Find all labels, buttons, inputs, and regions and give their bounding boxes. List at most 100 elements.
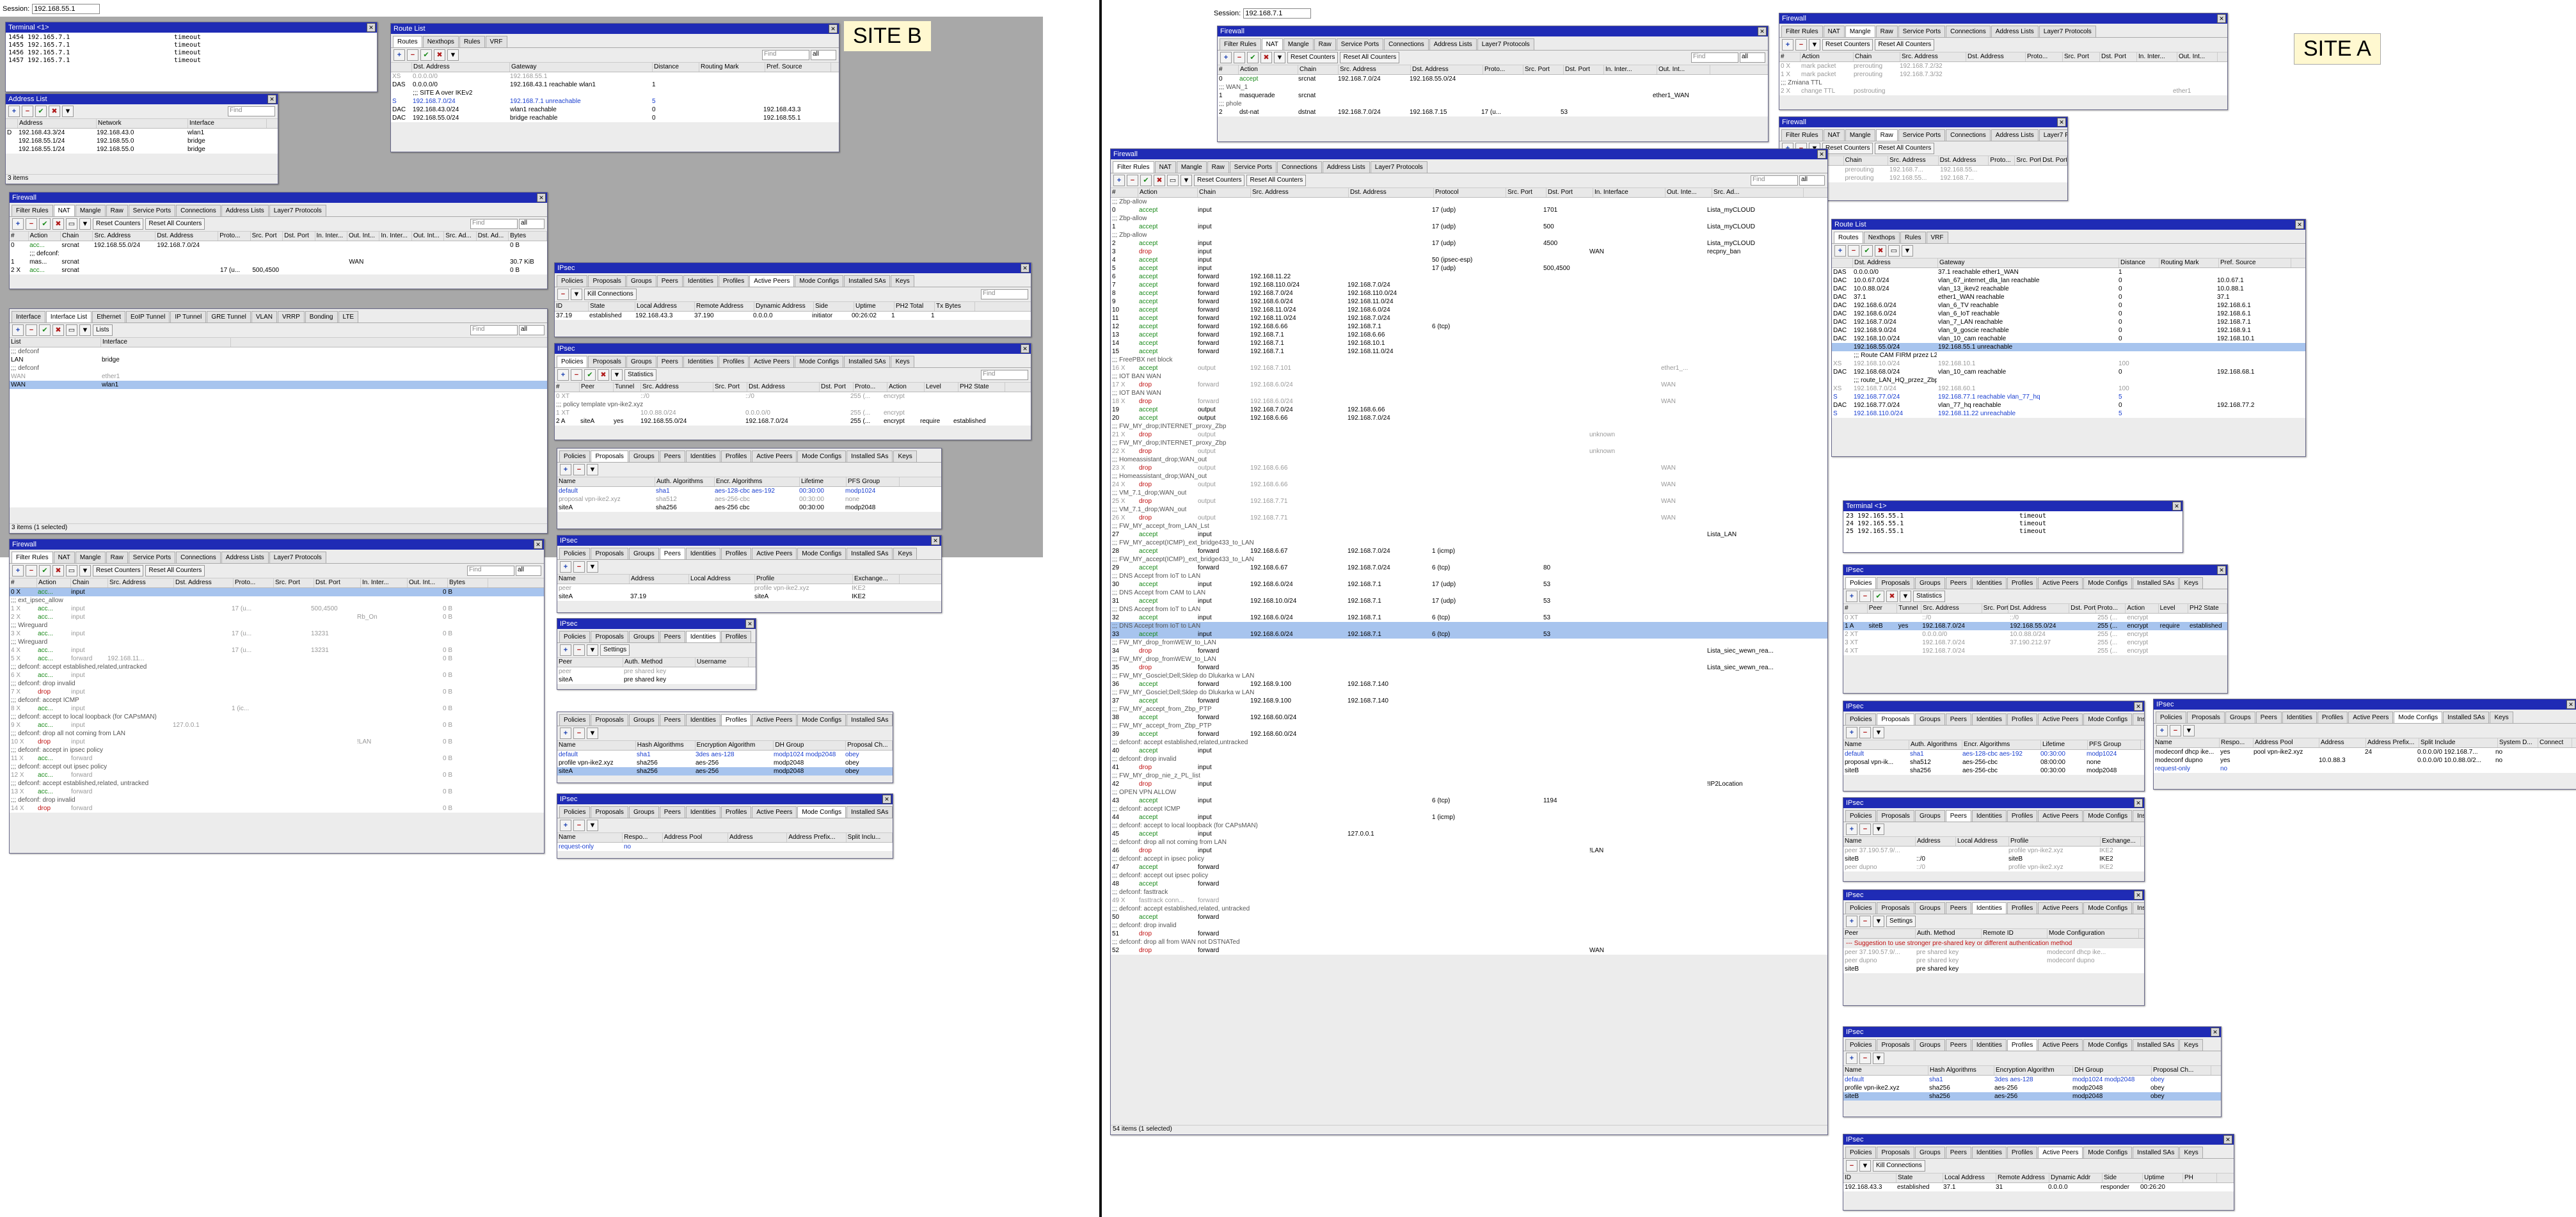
table-row[interactable]: 34 drop forward Lista_siec_wewn_rea... <box>1111 647 1827 655</box>
column-header[interactable]: PFS Group <box>2088 740 2141 749</box>
tab-installed-sas[interactable]: Installed SAs <box>2133 1039 2179 1051</box>
filter-icon[interactable]: ▼ <box>1859 1160 1871 1172</box>
remove-icon[interactable]: − <box>1859 823 1871 835</box>
filter-icon[interactable]: ▼ <box>79 324 91 336</box>
tab-mangle[interactable]: Mangle <box>1176 161 1207 173</box>
table-row[interactable]: 6 Xacc... input 0 B <box>10 671 544 680</box>
table-row[interactable]: modeconf dupno yes 10.0.88.3 0.0.0.0/0 10.0… <box>2154 756 2576 765</box>
column-header[interactable]: Hash Algorithms <box>636 741 696 750</box>
table-row[interactable]: 26 Xdrop output 192.168.7.71 WAN <box>1111 514 1827 522</box>
add-icon[interactable]: + <box>1220 52 1232 63</box>
route-row[interactable]: DAS 0.0.0.0/0 192.168.43.1 reachable wlan1… <box>391 81 839 89</box>
column-header[interactable]: Dynamic Address <box>754 302 814 311</box>
tab-nat[interactable]: NAT <box>1154 161 1176 173</box>
remove-icon[interactable]: − <box>1234 52 1245 63</box>
close-icon[interactable]: ✕ <box>537 193 546 202</box>
filter-icon[interactable]: ▼ <box>587 728 598 739</box>
tab-layer7-protocols[interactable]: Layer7 Protocols <box>1370 161 1427 173</box>
column-header[interactable]: Out. Int... <box>412 232 445 241</box>
table-row[interactable]: ;;; DNS Accept from IoT to LAN <box>1111 572 1827 580</box>
table-row[interactable]: 37 accept forward 192.168.9.100 192.168.7.14… <box>1111 697 1827 705</box>
filter-icon[interactable]: ▼ <box>447 49 459 61</box>
table-row[interactable]: modeconf dhcp ike... yes pool vpn-ike2.xyz… <box>2154 748 2576 756</box>
route-row[interactable]: XS 192.168.10.0/24 192.168.10.1 100 <box>1832 360 2305 368</box>
remove-icon[interactable]: − <box>573 464 585 475</box>
enable-icon[interactable]: ✔ <box>1873 591 1884 602</box>
tab-filter-rules[interactable]: Filter Rules <box>12 205 53 216</box>
table-row[interactable]: 2 Xacc... input Rb_On 0 B <box>10 613 544 621</box>
column-header[interactable]: Src. Address <box>1888 156 1939 165</box>
table-row[interactable]: peer profile vpn-ike2.xyz IKE2 <box>557 584 941 593</box>
column-header[interactable]: Out. Int... <box>347 232 380 241</box>
tab-filter-rules[interactable]: Filter Rules <box>1781 26 1823 37</box>
tab-nat[interactable]: NAT <box>1823 26 1845 37</box>
column-header[interactable]: Auth. Algorithms <box>1909 740 1962 749</box>
ipsec-titlebar[interactable]: IPsec ✕ <box>1843 890 2144 900</box>
route-list-titlebar[interactable]: Route List ✕ <box>391 24 839 34</box>
tab-raw[interactable]: Raw <box>106 205 128 216</box>
settings-button[interactable]: Settings <box>600 644 630 656</box>
table-row[interactable]: siteA 37.19 siteA IKE2 <box>557 593 941 601</box>
table-row[interactable]: siteA sha256 aes-256 modp2048 obey <box>557 767 893 776</box>
tab-identities[interactable]: Identities <box>1971 902 2007 914</box>
tab-groups[interactable]: Groups <box>626 356 656 367</box>
table-row[interactable]: request-only no <box>557 843 893 851</box>
table-row[interactable]: 0 XT::/0::/0 255 (... encrypt <box>555 392 1031 401</box>
terminal-titlebar[interactable]: Terminal <1> ✕ <box>1843 501 2182 511</box>
column-header[interactable]: Proto... <box>2096 604 2126 613</box>
column-header[interactable]: Src. Ad... <box>1712 188 1804 197</box>
route-row[interactable]: DAS 0.0.0.0/0 37.1 reachable ether1_WAN 1 <box>1832 268 2305 276</box>
tab-connections[interactable]: Connections <box>1277 161 1322 173</box>
route-row[interactable]: DAC 10.0.88.0/24 vlan_13_ikev2 reachable 0 1… <box>1832 285 2305 293</box>
tab-proposals[interactable]: Proposals <box>1877 902 1914 914</box>
column-header[interactable]: Proto... <box>1989 156 2015 165</box>
table-row[interactable]: default sha1 3des aes-128 modp1024 modp2048… <box>557 751 893 759</box>
column-header[interactable]: Level <box>2159 604 2189 613</box>
tab-peers[interactable]: Peers <box>1945 902 1971 914</box>
table-row[interactable]: 30 accept input 192.168.6.0/24 192.168.7.1 17… <box>1111 580 1827 589</box>
disable-icon[interactable]: ✖ <box>52 218 64 230</box>
table-row[interactable]: 21 Xdrop output unknown <box>1111 431 1827 439</box>
table-row[interactable]: ;;; FW_MY_Gosciel;Dell;Sklep do Dlukarka… <box>1111 688 1827 697</box>
remove-icon[interactable]: − <box>2170 725 2181 736</box>
comment-icon[interactable]: ▭ <box>66 218 77 230</box>
tab-peers[interactable]: Peers <box>659 450 685 462</box>
column-header[interactable]: Name <box>1843 1066 1928 1075</box>
tab-mode-configs[interactable]: Mode Configs <box>2083 1147 2133 1158</box>
tab-policies[interactable]: Policies <box>2156 712 2187 723</box>
tab-identities[interactable]: Identities <box>1971 1039 2007 1051</box>
tab-active-peers[interactable]: Active Peers <box>2038 1147 2083 1158</box>
find-scope-select[interactable]: all <box>519 325 545 335</box>
column-header[interactable]: Action <box>1239 65 1298 74</box>
tab-groups[interactable]: Groups <box>628 806 659 818</box>
firewall-titlebar[interactable]: Firewall ✕ <box>10 539 544 550</box>
table-row[interactable]: ;;; Wireguard <box>10 621 544 630</box>
tab-keys[interactable]: Keys <box>2490 712 2513 723</box>
close-icon[interactable]: ✕ <box>1021 344 1030 353</box>
filter-icon[interactable]: ▼ <box>587 464 598 475</box>
column-header[interactable]: ID <box>555 302 589 311</box>
tab-layer7-protocols[interactable]: Layer7 Protocols <box>2039 26 2096 37</box>
tab-active-peers[interactable]: Active Peers <box>752 450 797 462</box>
column-header[interactable]: Side <box>814 302 854 311</box>
column-header[interactable]: Dst. Address <box>2008 604 2070 613</box>
table-row[interactable]: ;;; defconf: accept established,related,… <box>10 663 544 671</box>
table-row[interactable]: ;;; VM_7.1_drop;WAN_out <box>1111 505 1827 514</box>
column-header[interactable]: Src. Port <box>274 578 314 587</box>
tab-policies[interactable]: Policies <box>559 548 591 559</box>
column-header[interactable]: Src. Address <box>641 383 713 392</box>
tab-active-peers[interactable]: Active Peers <box>2038 577 2083 589</box>
ipsec-titlebar[interactable]: IPsec ✕ <box>555 344 1031 354</box>
tab-nat[interactable]: NAT <box>53 552 75 563</box>
table-row[interactable]: 1 masquerade srcnat ether1_WAN <box>1218 91 1768 100</box>
reset-all-counters-button[interactable]: Reset All Counters <box>1875 39 1935 51</box>
close-icon[interactable]: ✕ <box>829 24 838 33</box>
ipsec-titlebar[interactable]: IPsec ✕ <box>557 536 941 546</box>
tab-address-lists[interactable]: Address Lists <box>1991 26 2039 37</box>
column-header[interactable]: Address Prefix... <box>787 833 847 842</box>
table-row[interactable]: 0 accept input 17 (udp) 1701 Lista_myCLOUD <box>1111 206 1827 214</box>
table-row[interactable]: peer dupno::/0 profile vpn-ike2.xyz IKE2 <box>1843 863 2144 871</box>
column-header[interactable] <box>391 63 412 72</box>
table-row[interactable]: 50 accept forward <box>1111 913 1827 921</box>
table-row[interactable]: ;;; FW_MY_drop;INTERNET_proxy_Zbp <box>1111 422 1827 431</box>
